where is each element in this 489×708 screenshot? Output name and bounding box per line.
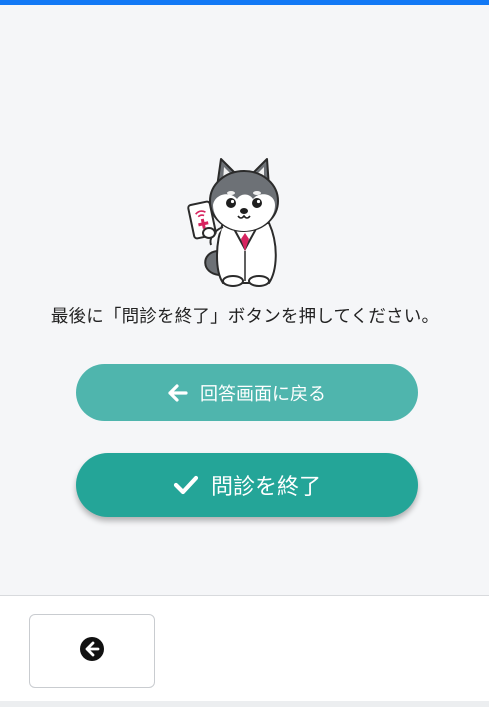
- footer-bar: [0, 595, 489, 708]
- finish-interview-button[interactable]: 問診を終了: [76, 453, 418, 517]
- footer-back-button[interactable]: [29, 614, 155, 688]
- circle-arrow-left-icon: [79, 636, 105, 666]
- finish-interview-label: 問診を終了: [210, 475, 321, 500]
- arrow-left-icon: [168, 383, 188, 402]
- check-icon: [173, 474, 199, 496]
- back-to-answers-button[interactable]: 回答画面に戻る: [76, 364, 418, 421]
- back-to-answers-label: 回答画面に戻る: [200, 383, 326, 405]
- main-panel: 最後に「問診を終了」ボタンを押してください。 回答画面に戻る 問診を終了: [1, 5, 489, 595]
- bottom-strip: [0, 701, 489, 707]
- doctor-dog-mascot-illustration: [187, 158, 279, 287]
- instruction-text: 最後に「問診を終了」ボタンを押してください。: [50, 307, 440, 327]
